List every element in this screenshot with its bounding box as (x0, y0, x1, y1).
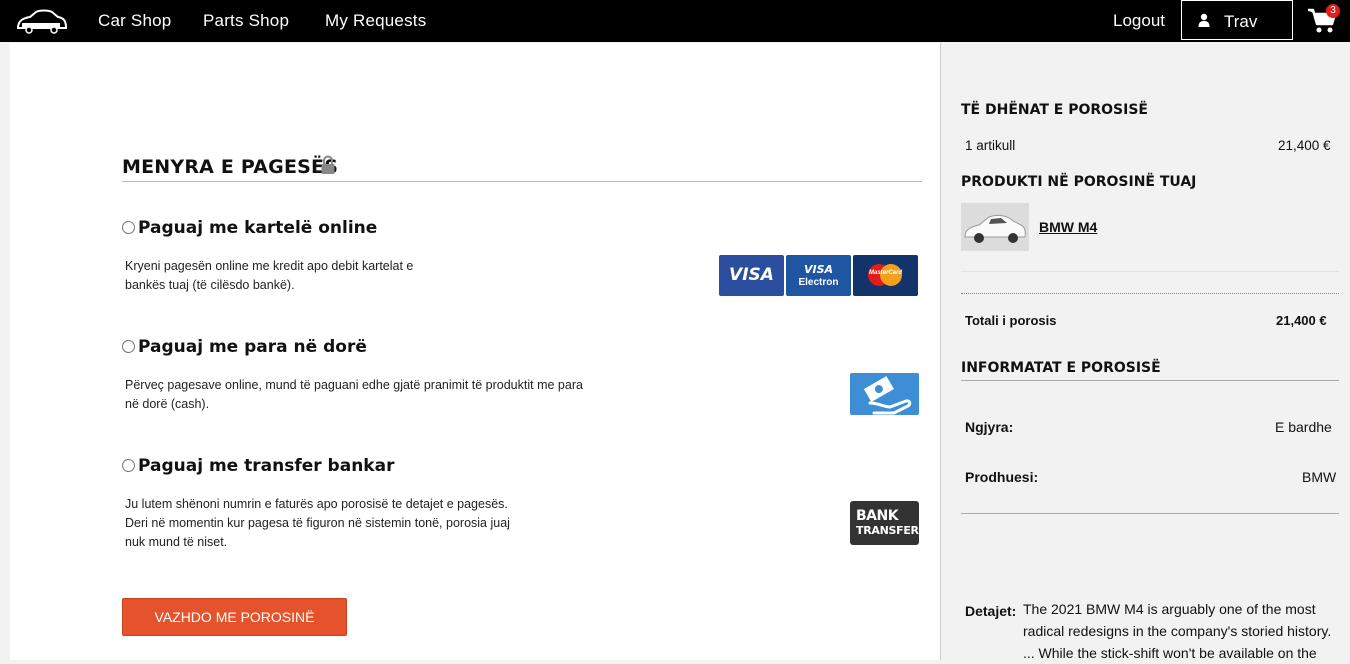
radio-cash[interactable] (122, 340, 135, 353)
car-logo-icon[interactable] (14, 6, 68, 36)
details-line: The 2021 BMW M4 is arguably one of the m… (1023, 601, 1316, 617)
details-line: ... While the stick-shift won't be avail… (1023, 645, 1317, 661)
option-cash-desc: Përveç pagesave online, mund të paguani … (125, 376, 583, 414)
top-navbar: Car Shop Parts Shop My Requests Logout T… (0, 0, 1350, 42)
mastercard-label: MasterCard (868, 270, 902, 276)
option-card-online-title[interactable]: Paguaj me kartelë online (138, 218, 377, 238)
option-bank-transfer-desc: Ju lutem shënoni numrin e faturës apo po… (125, 495, 510, 552)
option-card-online-desc: Kryeni pagesën online me kredit apo debi… (125, 257, 413, 295)
bank-transfer-icon: BANK TRANSFER (850, 501, 919, 545)
desc-line: Deri në momentin kur pagesa të figuron n… (125, 516, 510, 530)
user-name: Trav (1224, 12, 1258, 31)
maker-value: BMW (1302, 469, 1337, 485)
total-divider (961, 293, 1339, 294)
desc-line: Kryeni pagesën online me kredit apo debi… (125, 259, 414, 273)
product-link[interactable]: BMW M4 (1039, 219, 1097, 235)
nav-car-shop[interactable]: Car Shop (98, 11, 171, 31)
nav-my-requests[interactable]: My Requests (325, 11, 426, 31)
product-section-title: PRODUKTI NË POROSINË TUAJ (961, 174, 1197, 190)
cart-count-badge: 3 (1326, 4, 1340, 18)
order-details-title: TË DHËNAT E POROSISË (961, 102, 1148, 118)
radio-card-online[interactable] (122, 221, 135, 234)
desc-line: Përveç pagesave online, mund të paguani … (125, 378, 583, 392)
bank-icon-line1: BANK (856, 508, 899, 524)
desc-line: bankës tuaj (të cilësdo bankë). (125, 278, 295, 292)
maker-label: Prodhuesi: (965, 469, 1039, 485)
desc-line: nuk mund të niset. (125, 535, 228, 549)
desc-line: Ju lutem shënoni numrin e faturës apo po… (125, 497, 508, 511)
total-value: 21,400 € (1276, 313, 1327, 328)
desc-line: në dorë (cash). (125, 397, 210, 411)
hand-money-icon (863, 376, 912, 415)
item-count: 1 artikull (965, 138, 1016, 153)
logout-link[interactable]: Logout (1113, 11, 1165, 31)
title-divider (122, 181, 922, 182)
lock-icon (321, 155, 335, 174)
option-bank-transfer-title[interactable]: Paguaj me transfer bankar (138, 456, 394, 476)
payment-method-title: MENYRA E PAGESËS (122, 156, 339, 178)
cash-payment-icon (850, 373, 919, 415)
details-text: The 2021 BMW M4 is arguably one of the m… (1023, 598, 1343, 664)
details-label: Detajet: (965, 603, 1017, 619)
user-icon (1198, 13, 1210, 27)
visa-electron-label: VISA (803, 263, 834, 276)
option-cash-title[interactable]: Paguaj me para në dorë (138, 337, 367, 357)
electron-label: Electron (798, 277, 839, 288)
color-value: E bardhe (1275, 419, 1332, 435)
details-line: radical redesigns in the company's stori… (1023, 623, 1332, 639)
user-menu-button[interactable]: Trav (1181, 0, 1293, 40)
radio-bank-transfer[interactable] (122, 459, 135, 472)
car-thumbnail-icon (961, 203, 1029, 251)
visa-card-icon: VISA (719, 255, 784, 296)
info-divider (961, 380, 1339, 381)
details-divider (961, 513, 1339, 514)
visa-electron-card-icon: VISA Electron (786, 255, 851, 296)
product-divider (961, 271, 1339, 272)
item-price: 21,400 € (1278, 138, 1331, 153)
payment-panel: MENYRA E PAGESËS Paguaj me kartelë onlin… (10, 43, 940, 660)
visa-label: VISA (729, 265, 774, 285)
product-thumbnail[interactable] (961, 203, 1029, 251)
color-label: Ngjyra: (965, 419, 1014, 435)
nav-parts-shop[interactable]: Parts Shop (203, 11, 289, 31)
bank-icon-line2: TRANSFER (856, 524, 919, 537)
continue-order-button[interactable]: VAZHDO ME POROSINË (122, 598, 347, 636)
mastercard-icon: MasterCard (853, 255, 918, 296)
order-info-title: INFORMATAT E POROSISË (961, 360, 1161, 376)
order-summary-sidebar: TË DHËNAT E POROSISË 1 artikull 21,400 €… (940, 43, 1350, 661)
total-label: Totali i porosis (965, 313, 1057, 328)
